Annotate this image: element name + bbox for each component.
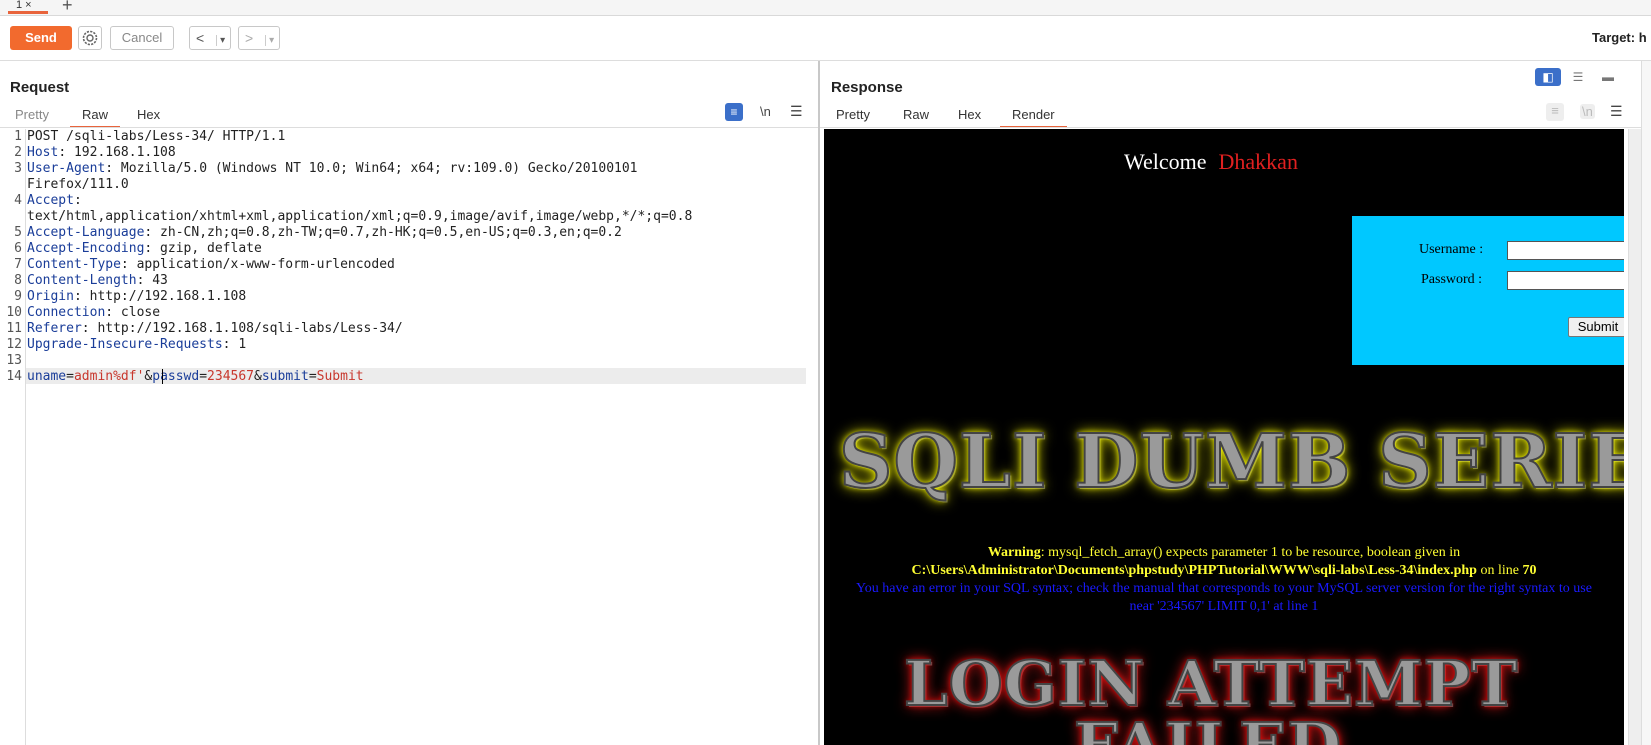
sqli-dumb-series-banner: SQLI DUMB SERIES: [838, 418, 1624, 506]
sql-error-message: You have an error in your SQL syntax; ch…: [856, 581, 1592, 614]
user-name: Dhakkan: [1218, 149, 1298, 174]
header-line: User-Agent: Mozilla/5.0 (Windows NT 10.0…: [27, 161, 638, 176]
header-line: Accept-Language: zh-CN,zh;q=0.8,zh-TW;q=…: [27, 225, 622, 240]
header-line: Accept:: [27, 193, 82, 208]
failed-banner: FAILED: [1073, 708, 1342, 745]
request-editor[interactable]: POST /sqli-labs/Less-34/ HTTP/1.1 Host: …: [0, 129, 816, 745]
header-line: Upgrade-Insecure-Requests: 1: [27, 337, 247, 352]
header-line: Accept-Encoding: gzip, deflate: [27, 241, 262, 256]
forward-button[interactable]: > ▾: [238, 26, 280, 50]
header-line: text/html,application/xhtml+xml,applicat…: [27, 209, 693, 224]
tab-response-pretty[interactable]: Pretty: [836, 107, 870, 122]
warning-line-number: 70: [1522, 563, 1537, 578]
panel-splitter[interactable]: [818, 61, 820, 745]
cancel-button[interactable]: Cancel: [110, 26, 174, 50]
tab-request-hex[interactable]: Hex: [137, 107, 160, 122]
header-line: Origin: http://192.168.1.108: [27, 289, 247, 304]
header-line: Connection: close: [27, 305, 161, 320]
response-menu-icon[interactable]: ☰: [1610, 103, 1623, 120]
request-body: uname=admin%df'&passwd=234567&submit=Sub…: [27, 369, 364, 384]
back-arrow-icon: <: [196, 30, 205, 46]
word-wrap-toggle-icon[interactable]: ≡: [725, 103, 743, 121]
single-tab-layout-icon[interactable]: ▬: [1595, 68, 1621, 86]
rendered-response: Welcome Dhakkan Username : Password : Sub…: [824, 129, 1624, 745]
forward-arrow-icon: >: [245, 30, 254, 46]
header-line: Referer: http://192.168.1.108/sqli-labs/…: [27, 321, 403, 336]
request-title: Request: [10, 79, 70, 96]
tab-strip: [0, 0, 1651, 16]
side-by-side-layout-icon[interactable]: ◧: [1535, 68, 1561, 86]
target-label[interactable]: Target: h: [1592, 30, 1647, 45]
header-line: Content-Type: application/x-www-form-url…: [27, 257, 395, 272]
username-input[interactable]: [1507, 241, 1624, 260]
response-title: Response: [831, 79, 903, 96]
welcome-heading: Welcome Dhakkan: [1124, 149, 1298, 174]
submit-button[interactable]: Submit: [1568, 317, 1624, 337]
add-tab-button[interactable]: +: [62, 0, 73, 16]
login-form: Username : Password : Submit: [1352, 216, 1624, 365]
text-caret: [162, 369, 163, 384]
back-button[interactable]: < ▾: [189, 26, 231, 50]
tab-response-hex[interactable]: Hex: [958, 107, 981, 122]
right-side-panel-edge: [1641, 61, 1651, 745]
password-label: Password :: [1421, 272, 1483, 287]
word-wrap-toggle-icon[interactable]: ≡: [1546, 103, 1564, 121]
warning-label: Warning: [987, 545, 1041, 560]
toolbar-divider: [0, 60, 1651, 61]
chevron-down-icon[interactable]: ▾: [265, 35, 275, 46]
gear-icon: [82, 30, 98, 46]
warning-path: C:\Users\Administrator\Documents\phpstud…: [911, 563, 1477, 578]
request-menu-icon[interactable]: ☰: [790, 103, 803, 120]
response-tab-underline: [820, 127, 1651, 128]
tab-request-pretty[interactable]: Pretty: [15, 107, 49, 122]
newline-toggle-icon[interactable]: \n: [760, 104, 771, 119]
username-label: Username :: [1419, 242, 1484, 257]
request-line: POST /sqli-labs/Less-34/ HTTP/1.1: [27, 129, 286, 144]
send-button[interactable]: Send: [10, 26, 72, 50]
response-scrollbar[interactable]: [1628, 129, 1641, 745]
warning-text: : mysql_fetch_array() expects parameter …: [1040, 545, 1461, 560]
header-line: Host: 192.168.1.108: [27, 145, 176, 160]
header-line: Content-Length: 43: [27, 273, 168, 288]
tab-request-raw[interactable]: Raw: [69, 107, 121, 128]
repeater-tab-1[interactable]: 1 ×: [8, 0, 48, 14]
tab-response-render[interactable]: Render: [1000, 107, 1067, 128]
chevron-down-icon[interactable]: ▾: [216, 35, 226, 46]
tab-response-raw[interactable]: Raw: [903, 107, 929, 122]
top-bottom-layout-icon[interactable]: ☰: [1565, 68, 1591, 86]
newline-toggle-icon[interactable]: \n: [1580, 104, 1595, 119]
settings-button[interactable]: [78, 26, 102, 50]
php-warning: Warning: mysql_fetch_array() expects par…: [824, 544, 1624, 616]
warning-line-text: on line: [1476, 563, 1523, 578]
request-tab-underline: [0, 127, 818, 128]
header-line: Firefox/111.0: [27, 177, 129, 192]
password-input[interactable]: [1507, 271, 1624, 290]
